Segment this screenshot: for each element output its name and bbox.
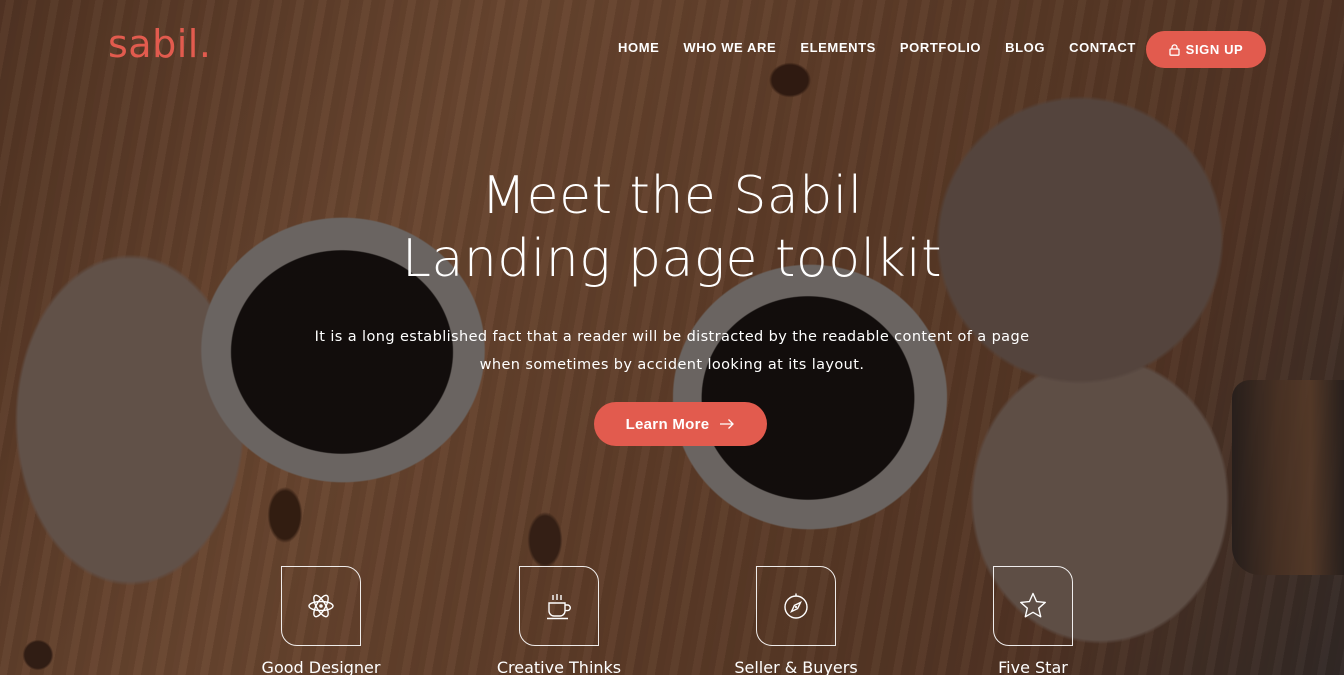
nav-blog[interactable]: BLOG: [1005, 40, 1045, 55]
feature-label: Seller & Buyers: [734, 658, 858, 675]
learn-more-button[interactable]: Learn More: [594, 402, 767, 446]
feature-label: Five Star: [998, 658, 1068, 675]
hero-description: It is a long established fact that a rea…: [0, 323, 1344, 379]
atom-icon: [308, 594, 334, 618]
learn-more-label: Learn More: [625, 415, 710, 433]
feature-icon-box: [519, 566, 599, 646]
feature-good-designer[interactable]: Good Designer: [241, 566, 401, 675]
hero-description-line2: when sometimes by accident looking at it…: [479, 357, 865, 373]
feature-five-star[interactable]: Five Star: [953, 566, 1113, 675]
sign-up-button[interactable]: SIGN UP: [1146, 31, 1266, 68]
sign-up-label: SIGN UP: [1185, 42, 1244, 57]
lock-icon: [1169, 43, 1180, 56]
features-row: Good Designer Creative Thinks Seller & B…: [0, 566, 1344, 675]
logo[interactable]: sabil.: [108, 22, 211, 66]
feature-icon-box: [281, 566, 361, 646]
main-nav: HOME WHO WE ARE ELEMENTS PORTFOLIO BLOG …: [618, 40, 1160, 55]
hero-section: Meet the Sabil Landing page toolkit It i…: [0, 165, 1344, 379]
feature-label: Good Designer: [261, 658, 381, 675]
hero-title-line1: Meet the Sabil: [481, 166, 863, 226]
nav-elements[interactable]: ELEMENTS: [800, 40, 876, 55]
nav-contact[interactable]: CONTACT: [1069, 40, 1136, 55]
nav-who-we-are[interactable]: WHO WE ARE: [683, 40, 776, 55]
feature-icon-box: [993, 566, 1073, 646]
feature-icon-box: [756, 566, 836, 646]
arrow-right-icon: [720, 419, 735, 429]
site-header: sabil. HOME WHO WE ARE ELEMENTS PORTFOLI…: [0, 0, 1344, 96]
feature-seller-buyers[interactable]: Seller & Buyers: [716, 566, 876, 675]
coffee-cup-icon: [547, 594, 571, 620]
star-icon: [1020, 592, 1046, 618]
feature-label: Creative Thinks: [496, 658, 622, 675]
feature-creative-thinks[interactable]: Creative Thinks: [479, 566, 639, 675]
nav-portfolio[interactable]: PORTFOLIO: [900, 40, 981, 55]
compass-icon: [784, 593, 808, 619]
hero-description-line1: It is a long established fact that a rea…: [314, 329, 1030, 345]
hero-title-line2: Landing page toolkit: [402, 229, 942, 289]
hero-title: Meet the Sabil Landing page toolkit: [0, 165, 1344, 291]
nav-home[interactable]: HOME: [618, 40, 659, 55]
